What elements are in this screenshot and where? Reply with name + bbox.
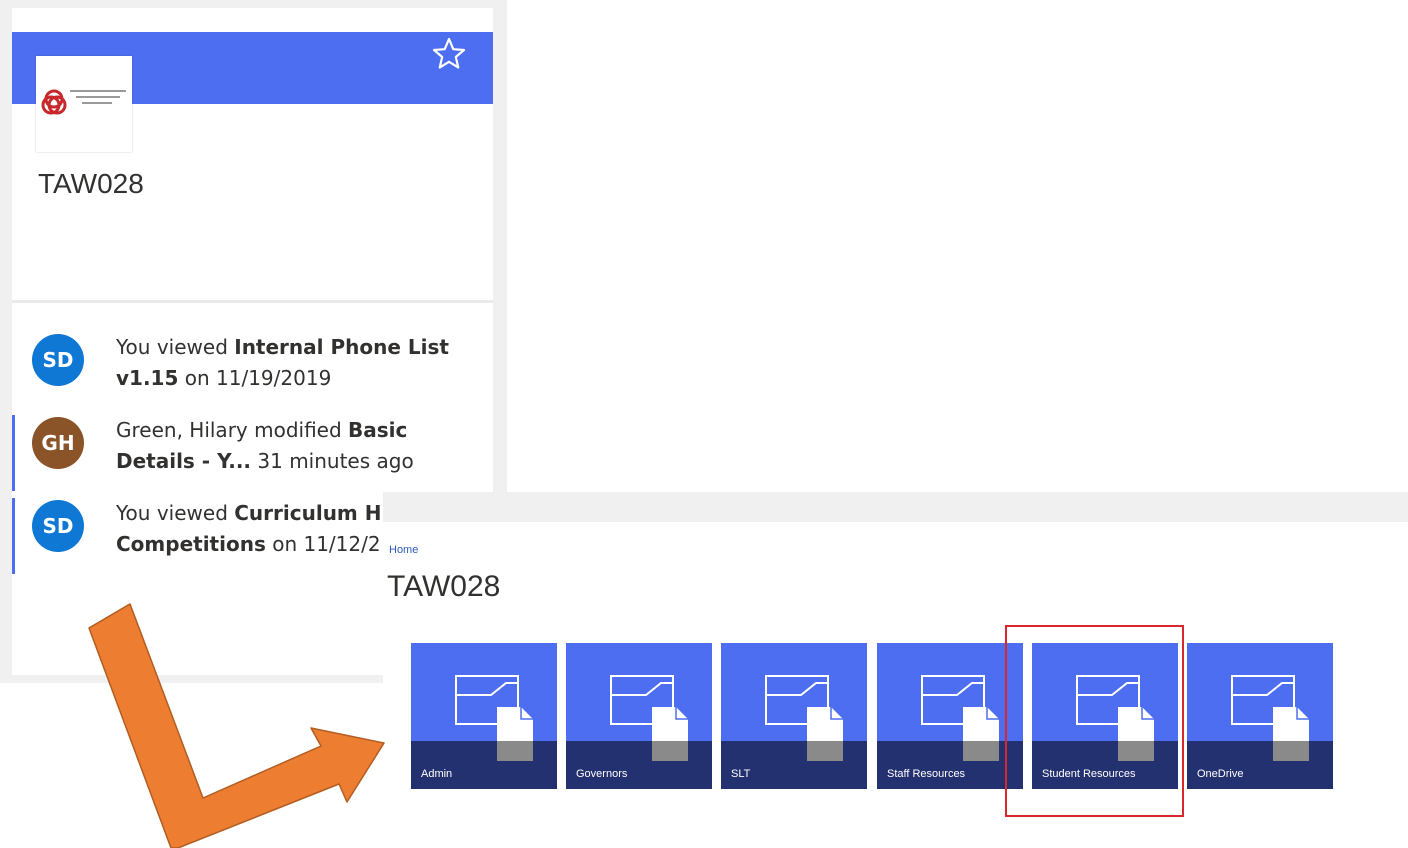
orange-arrow-icon (88, 603, 385, 848)
